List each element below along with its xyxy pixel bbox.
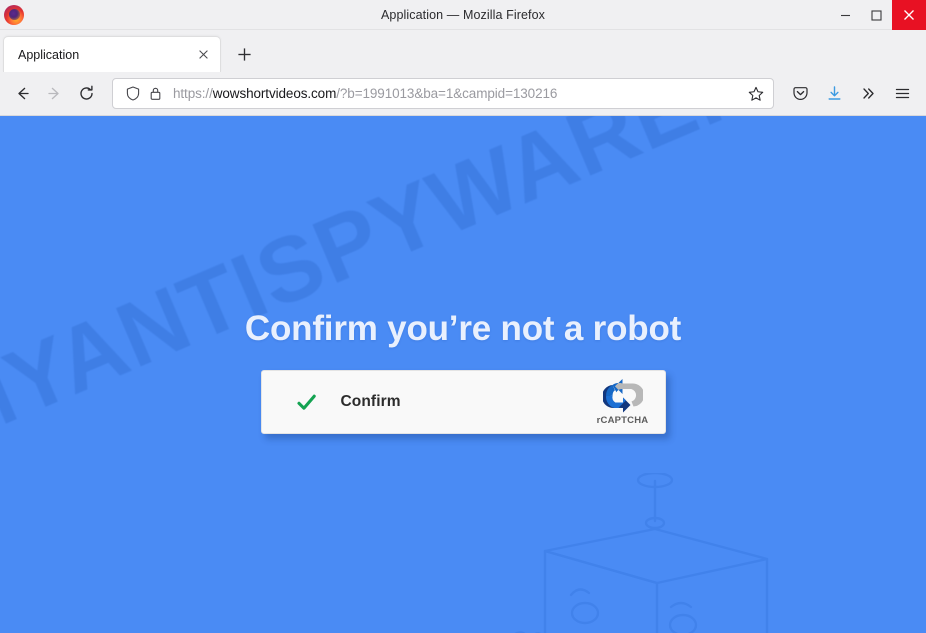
tab-strip: Application <box>0 30 926 72</box>
rcaptcha-brand-label: rCAPTCHA <box>596 414 649 426</box>
download-icon[interactable] <box>818 78 850 110</box>
hamburger-menu-icon[interactable] <box>886 78 918 110</box>
lock-icon[interactable] <box>145 84 165 104</box>
title-bar: Application — Mozilla Firefox <box>0 0 926 30</box>
url-bar[interactable]: https://wowshortvideos.com/?b=1991013&ba… <box>112 78 774 109</box>
firefox-logo-icon <box>4 4 24 25</box>
close-icon[interactable] <box>192 44 214 66</box>
browser-window: Application — Mozilla Firefox Applicatio… <box>0 0 926 633</box>
maximize-icon[interactable] <box>861 0 892 30</box>
url-scheme: https:// <box>173 85 213 101</box>
confirm-label: Confirm <box>340 393 401 410</box>
reload-icon[interactable] <box>70 78 102 110</box>
tab-application[interactable]: Application <box>3 36 221 72</box>
window-title: Application — Mozilla Firefox <box>380 7 546 22</box>
url-input[interactable]: https://wowshortvideos.com/?b=1991013&ba… <box>173 84 557 104</box>
pocket-icon[interactable] <box>784 78 816 110</box>
rcaptcha-recycle-arrows-icon <box>602 378 643 413</box>
star-icon[interactable] <box>743 81 769 107</box>
url-host: wowshortvideos.com <box>212 85 337 101</box>
rcaptcha-brand: rCAPTCHA <box>591 378 655 426</box>
window-controls <box>830 0 926 30</box>
url-path: /?b=1991013&ba=1&campid=130216 <box>336 85 558 101</box>
close-icon[interactable] <box>892 0 926 30</box>
url-fade-overlay <box>707 83 741 104</box>
minimize-icon[interactable] <box>830 0 861 30</box>
arrow-right-icon <box>38 78 70 110</box>
new-tab-button[interactable] <box>228 38 260 70</box>
captcha-content: Confirm you’re not a robot Confirm rCAPT… <box>0 116 926 633</box>
navigation-toolbar: https://wowshortvideos.com/?b=1991013&ba… <box>0 72 926 116</box>
green-checkmark-icon <box>294 392 320 413</box>
page-title: Confirm you’re not a robot <box>244 309 682 348</box>
captcha-widget[interactable]: Confirm rCAPTCHA <box>260 370 666 434</box>
page-content: MYANTISPYWARE.COM Confirm you’re not a r… <box>0 116 926 633</box>
arrow-left-icon[interactable] <box>6 78 38 110</box>
shield-icon[interactable] <box>123 84 143 104</box>
url-text-wrap[interactable]: https://wowshortvideos.com/?b=1991013&ba… <box>173 83 741 104</box>
tab-label: Application <box>18 47 80 62</box>
chevron-double-right-icon[interactable] <box>852 78 884 110</box>
